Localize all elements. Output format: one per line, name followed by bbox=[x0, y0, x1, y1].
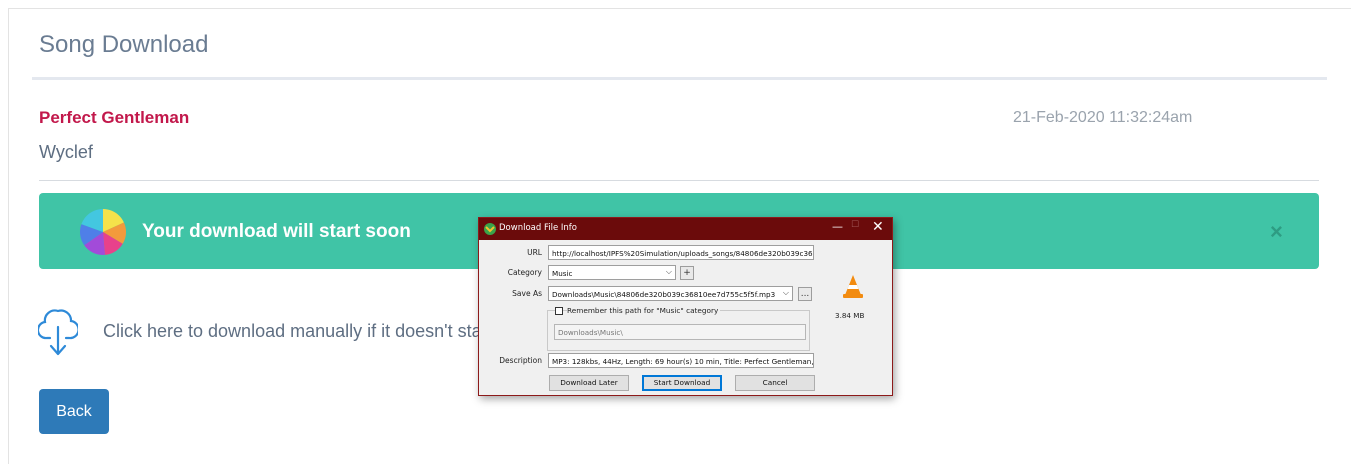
maximize-button: ☐ bbox=[851, 220, 860, 230]
page-title: Song Download bbox=[39, 31, 209, 58]
url-field[interactable]: http://localhost/IPFS%20Simulation/uploa… bbox=[548, 245, 814, 260]
remember-path-label: Remember this path for "Music" category bbox=[567, 306, 721, 315]
vlc-icon bbox=[843, 275, 863, 298]
cancel-button[interactable]: Cancel bbox=[735, 375, 815, 391]
chevron-down-icon: ⌵ bbox=[782, 288, 789, 297]
minimize-button[interactable]: — bbox=[832, 220, 843, 233]
back-button[interactable]: Back bbox=[39, 389, 109, 434]
start-download-button[interactable]: Start Download bbox=[642, 375, 722, 391]
add-category-button[interactable]: + bbox=[680, 266, 694, 280]
manual-download-link[interactable]: Click here to download manually if it do… bbox=[103, 321, 493, 342]
save-as-select[interactable]: Downloads\Music\84806de320b039c36810ee7d… bbox=[548, 286, 793, 301]
loading-spinner-icon bbox=[80, 209, 126, 255]
title-divider bbox=[32, 77, 1327, 80]
url-label: URL bbox=[527, 248, 542, 257]
alert-message: Your download will start soon bbox=[142, 221, 411, 242]
save-as-value: Downloads\Music\84806de320b039c36810ee7d… bbox=[552, 290, 776, 299]
description-field[interactable]: MP3: 128kbs, 44Hz, Length: 69 hour(s) 10… bbox=[548, 353, 814, 368]
song-title: Perfect Gentleman bbox=[39, 108, 190, 127]
timestamp: 21-Feb-2020 11:32:24am bbox=[1013, 109, 1193, 126]
save-as-label: Save As bbox=[512, 289, 542, 298]
artist-name: Wyclef bbox=[39, 142, 93, 162]
remember-path-checkbox[interactable] bbox=[555, 307, 563, 315]
alert-close-icon[interactable]: × bbox=[1270, 219, 1283, 245]
download-manager-icon bbox=[484, 223, 496, 235]
file-size: 3.84 MB bbox=[835, 311, 865, 320]
download-later-button[interactable]: Download Later bbox=[549, 375, 629, 391]
category-label: Category bbox=[507, 268, 542, 277]
cloud-download-icon[interactable] bbox=[38, 300, 78, 358]
download-file-info-dialog: Download File Info — ☐ ✕ URL http://loca… bbox=[478, 217, 893, 396]
remember-path-field: Downloads\Music\ bbox=[554, 324, 806, 340]
close-button[interactable]: ✕ bbox=[872, 219, 884, 235]
category-value: Music bbox=[552, 269, 573, 278]
description-label: Description bbox=[499, 356, 542, 365]
category-select[interactable]: Music ⌵ bbox=[548, 265, 676, 280]
info-divider bbox=[39, 180, 1319, 181]
dialog-titlebar[interactable]: Download File Info — ☐ ✕ bbox=[479, 218, 892, 240]
chevron-down-icon: ⌵ bbox=[665, 267, 672, 276]
dialog-title: Download File Info bbox=[499, 223, 577, 233]
browse-button[interactable]: ... bbox=[798, 287, 812, 301]
